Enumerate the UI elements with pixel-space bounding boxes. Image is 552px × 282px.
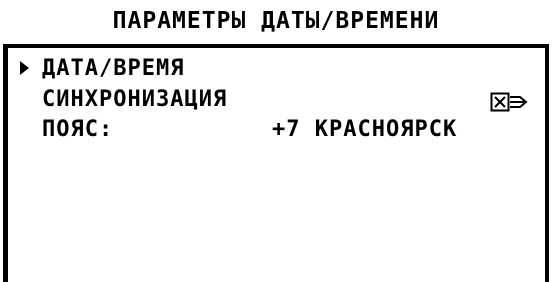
frame-right-border [545, 44, 549, 282]
selection-cursor-icon [20, 61, 29, 75]
timezone-value: +7 КРАСНОЯРСК [272, 117, 458, 142]
menu-item-label: ПОЯС: [42, 117, 114, 142]
lcd-screen: ПАРАМЕТРЫ ДАТЫ/ВРЕМЕНИ ДАТА/ВРЕМЯ СИНХРО… [0, 0, 552, 282]
page-title: ПАРАМЕТРЫ ДАТЫ/ВРЕМЕНИ [112, 8, 440, 34]
frame-left-border [3, 44, 8, 282]
menu-item-label: ДАТА/ВРЕМЯ [42, 56, 185, 81]
sync-status-icon [490, 92, 528, 112]
frame-top-border [3, 44, 549, 48]
menu-item-label: СИНХРОНИЗАЦИЯ [42, 87, 228, 112]
